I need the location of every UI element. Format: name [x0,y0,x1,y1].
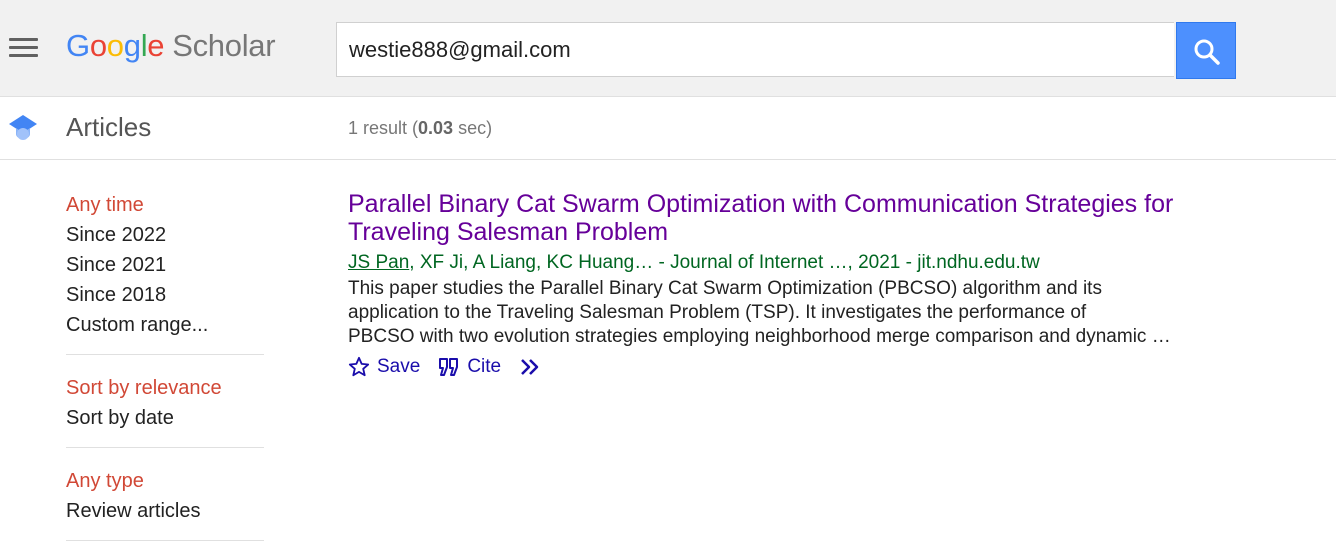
result-actions: Save Cite [348,353,1208,381]
filter-since-2021[interactable]: Since 2021 [66,250,264,280]
menu-icon[interactable] [9,38,39,60]
filter-custom-range[interactable]: Custom range... [66,310,264,340]
cite-button[interactable]: Cite [438,353,501,381]
author-link[interactable]: JS Pan [348,252,409,273]
snippet-line: This paper studies the Parallel Binary C… [348,278,1102,299]
result-snippet: This paper studies the Parallel Binary C… [348,277,1208,349]
star-icon [348,356,370,377]
save-label: Save [377,356,421,377]
more-button[interactable] [519,357,550,377]
filter-since-2018[interactable]: Since 2018 [66,280,264,310]
filter-review-articles[interactable]: Review articles [66,496,264,526]
filter-sidebar: Any time Since 2022 Since 2021 Since 201… [66,190,264,559]
sub-header: Articles 1 result (0.03 sec) [0,97,1336,160]
top-bar: Google Scholar [0,0,1336,97]
search-result: Parallel Binary Cat Swarm Optimization w… [348,190,1208,381]
sort-by-relevance[interactable]: Sort by relevance [66,373,264,403]
time-filter-group: Any time Since 2022 Since 2021 Since 201… [66,190,264,355]
result-meta: JS Pan, XF Ji, A Liang, KC Huang… - Jour… [348,250,1208,276]
sort-filter-group: Sort by relevance Sort by date [66,373,264,448]
save-button[interactable]: Save [348,353,420,381]
filter-since-2022[interactable]: Since 2022 [66,220,264,250]
result-count: 1 result (0.03 sec) [348,118,493,138]
result-meta-rest: , XF Ji, A Liang, KC Huang… - Journal of… [409,252,1040,273]
cite-label: Cite [467,356,502,377]
quote-icon [439,358,459,376]
search-button[interactable] [1176,22,1236,79]
search-icon [1194,39,1220,65]
double-chevron-icon [521,359,539,375]
sort-by-date[interactable]: Sort by date [66,403,264,433]
type-filter-group: Any type Review articles [66,466,264,541]
graduation-cap-icon [9,115,37,140]
filter-any-time[interactable]: Any time [66,190,264,220]
filter-any-type[interactable]: Any type [66,466,264,496]
search-box [336,22,1174,77]
snippet-line: PBCSO with two evolution strategies empl… [348,326,1171,347]
snippet-line: application to the Traveling Salesman Pr… [348,302,1087,323]
search-input[interactable] [349,23,1159,76]
result-title-link[interactable]: Parallel Binary Cat Swarm Optimization w… [348,190,1208,246]
google-scholar-logo[interactable]: Google Scholar [66,28,276,64]
section-title: Articles [66,112,152,142]
logo-scholar-text: Scholar [172,28,276,63]
